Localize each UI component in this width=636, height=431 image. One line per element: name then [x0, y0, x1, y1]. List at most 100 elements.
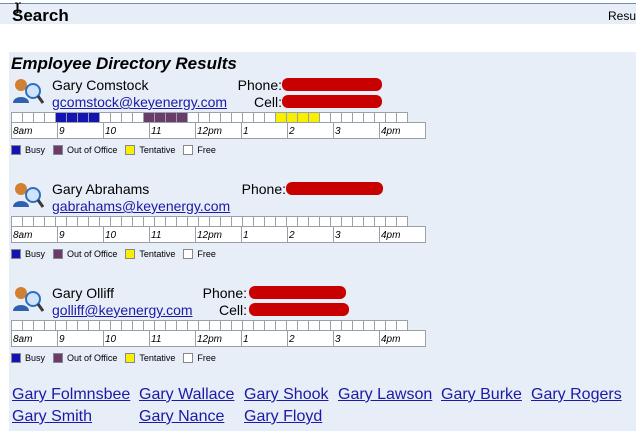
legend-swatch — [53, 249, 64, 259]
hour-label: 4pm — [379, 122, 426, 139]
legend-label: Free — [197, 353, 216, 363]
legend-label: Busy — [25, 249, 46, 259]
employee-result-link[interactable]: Gary Nance — [139, 408, 224, 426]
hour-label: 3 — [333, 330, 380, 347]
employee-result-link[interactable]: Gary Wallace — [139, 386, 234, 404]
legend-label: Free — [197, 249, 216, 259]
hour-label: 1 — [241, 122, 288, 139]
hour-label: 2 — [287, 330, 334, 347]
employee-name: Gary Comstock — [52, 77, 149, 93]
hour-label: 8am — [11, 122, 58, 139]
results-tab-label[interactable]: Resu — [608, 9, 636, 23]
hour-label: 9 — [57, 330, 104, 347]
hour-label: 8am — [11, 330, 58, 347]
person-search-icon — [13, 287, 45, 312]
redacted-phone — [286, 182, 383, 195]
employee-result-link[interactable]: Gary Rogers — [531, 386, 622, 404]
availability-legend: Busy Out of Office Tentative Free — [11, 249, 224, 259]
hour-label: 12pm — [195, 122, 242, 139]
schedule-hours: 8am 9 10 11 12pm 1 2 3 4pm — [11, 226, 426, 243]
legend-item-busy: Busy — [11, 145, 45, 155]
redacted-phone — [249, 286, 346, 299]
phone-label: Phone: — [241, 181, 286, 197]
employee-result-link[interactable]: Gary Shook — [244, 386, 328, 404]
hour-label: 11 — [149, 226, 196, 243]
legend-swatch — [53, 145, 64, 155]
employee-email-link[interactable]: golliff@keyenergy.com — [52, 302, 193, 318]
hour-label: 8am — [11, 226, 58, 243]
cell-label: Cell: — [218, 302, 247, 318]
redacted-cell — [282, 95, 382, 108]
legend-item-busy: Busy — [11, 249, 45, 259]
hour-label: 3 — [333, 226, 380, 243]
legend-label: Busy — [25, 353, 46, 363]
legend-item-tentative: Tentative — [125, 353, 175, 363]
legend-item-tentative: Tentative — [125, 249, 175, 259]
employee-result-link[interactable]: Gary Folmnsbee — [12, 386, 130, 404]
legend-swatch — [11, 353, 21, 363]
legend-swatch — [183, 249, 194, 259]
hour-label: 10 — [103, 330, 150, 347]
hour-label: 4pm — [379, 226, 426, 243]
hour-label: 1 — [241, 226, 288, 243]
legend-item-free: Free — [183, 145, 216, 155]
legend-label: Tentative — [139, 353, 176, 363]
legend-item-free: Free — [183, 353, 216, 363]
search-title: Search — [12, 6, 69, 25]
employee-directory-results-panel: Employee Directory Results Gary Comstock… — [9, 52, 636, 431]
employee-email-link[interactable]: gcomstock@keyenergy.com — [52, 94, 227, 110]
legend-swatch — [183, 145, 194, 155]
results-title: Employee Directory Results — [11, 54, 237, 73]
legend-item-tentative: Tentative — [125, 145, 175, 155]
hour-label: 2 — [287, 226, 334, 243]
availability-legend: Busy Out of Office Tentative Free — [11, 145, 224, 155]
legend-label: Out of Office — [67, 353, 118, 363]
availability-schedule: 8am 9 10 11 12pm 1 2 3 4pm — [11, 112, 426, 139]
cell-label: Cell: — [253, 94, 282, 110]
legend-item-out-of-office: Out of Office — [53, 145, 117, 155]
employee-card: Gary Abrahams gabrahams@keyenergy.com Ph… — [9, 179, 636, 279]
hour-label: 10 — [103, 122, 150, 139]
legend-swatch — [11, 249, 21, 259]
employee-name: Gary Abrahams — [52, 181, 150, 197]
legend-swatch — [125, 353, 136, 363]
legend-swatch — [53, 353, 64, 363]
legend-label: Free — [197, 145, 216, 155]
search-header-bar: Search Resu — [0, 2, 636, 25]
legend-swatch — [183, 353, 194, 363]
schedule-hours: 8am 9 10 11 12pm 1 2 3 4pm — [11, 122, 426, 139]
phone-label: Phone: — [202, 285, 247, 301]
schedule-hours: 8am 9 10 11 12pm 1 2 3 4pm — [11, 330, 426, 347]
employee-card: Gary Comstock gcomstock@keyenergy.com Ph… — [9, 75, 636, 175]
legend-item-out-of-office: Out of Office — [53, 353, 117, 363]
hour-label: 12pm — [195, 330, 242, 347]
employee-name: Gary Olliff — [52, 285, 114, 301]
legend-swatch — [11, 145, 21, 155]
hour-label: 11 — [149, 330, 196, 347]
legend-label: Out of Office — [67, 249, 118, 259]
employee-card: Gary Olliff golliff@keyenergy.com Phone:… — [9, 283, 636, 383]
legend-item-free: Free — [183, 249, 216, 259]
availability-schedule: 8am 9 10 11 12pm 1 2 3 4pm — [11, 320, 426, 347]
availability-schedule: 8am 9 10 11 12pm 1 2 3 4pm — [11, 216, 426, 243]
legend-item-out-of-office: Out of Office — [53, 249, 117, 259]
employee-result-link[interactable]: Gary Lawson — [338, 386, 432, 404]
employee-email-link[interactable]: gabrahams@keyenergy.com — [52, 198, 230, 214]
legend-label: Out of Office — [67, 145, 118, 155]
person-search-icon — [13, 79, 45, 104]
hour-label: 9 — [57, 226, 104, 243]
hour-label: 11 — [149, 122, 196, 139]
availability-legend: Busy Out of Office Tentative Free — [11, 353, 224, 363]
hour-label: 10 — [103, 226, 150, 243]
hour-label: 1 — [241, 330, 288, 347]
employee-result-link[interactable]: Gary Burke — [441, 386, 522, 404]
legend-label: Tentative — [139, 249, 176, 259]
employee-result-link[interactable]: Gary Smith — [12, 408, 92, 426]
hour-label: 4pm — [379, 330, 426, 347]
employee-result-link[interactable]: Gary Floyd — [244, 408, 322, 426]
hour-label: 12pm — [195, 226, 242, 243]
legend-label: Busy — [25, 145, 46, 155]
legend-swatch — [125, 249, 136, 259]
hour-label: 9 — [57, 122, 104, 139]
person-search-icon — [13, 183, 45, 208]
